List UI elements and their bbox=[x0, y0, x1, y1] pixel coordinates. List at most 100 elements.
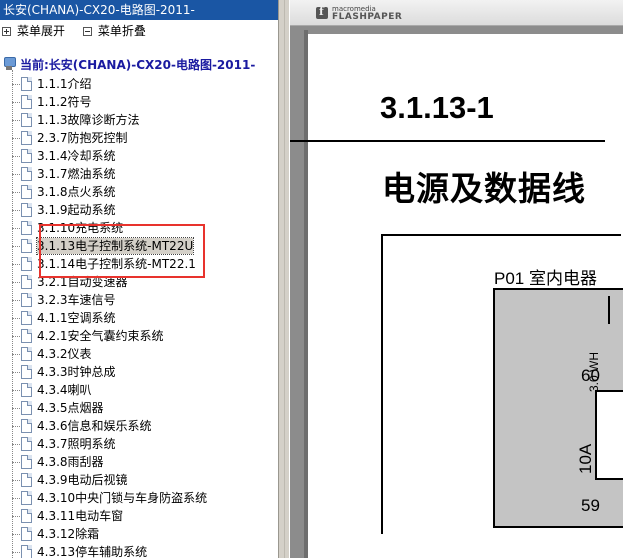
document-icon bbox=[21, 383, 32, 397]
tree-item[interactable]: 3.1.7燃油系统 bbox=[0, 165, 278, 183]
tree-branch-line bbox=[12, 102, 20, 103]
menu-actions: 菜单展开 菜单折叠 bbox=[0, 22, 158, 40]
tree-item[interactable]: 3.1.4冷却系统 bbox=[0, 147, 278, 165]
tree-branch-line bbox=[12, 372, 20, 373]
tree-branch-line bbox=[12, 534, 20, 535]
flashpaper-viewer: macromedia FLASHPAPER 3.1.13-1 电源及数据线 P0… bbox=[290, 0, 623, 558]
tree-item-label: 4.3.5点烟器 bbox=[37, 401, 104, 415]
tree-item[interactable]: 4.3.5点烟器 bbox=[0, 399, 278, 417]
tree-branch-line bbox=[12, 462, 20, 463]
tree-branch-line bbox=[12, 552, 20, 553]
tree-branch-line bbox=[12, 264, 20, 265]
tree-item-label: 4.3.13停车辅助系统 bbox=[37, 545, 148, 558]
tree-item[interactable]: 1.1.1介绍 bbox=[0, 75, 278, 93]
tree-item[interactable]: 3.1.8点火系统 bbox=[0, 183, 278, 201]
tree-branch-line bbox=[12, 498, 20, 499]
tree-item[interactable]: 4.3.3时钟总成 bbox=[0, 363, 278, 381]
document-icon bbox=[21, 419, 32, 433]
tree-item-label: 3.1.7燃油系统 bbox=[37, 167, 116, 181]
collapse-menu-label: 菜单折叠 bbox=[97, 24, 146, 38]
tree-item[interactable]: 3.1.9起动系统 bbox=[0, 201, 278, 219]
tree-branch-line bbox=[12, 210, 20, 211]
document-icon bbox=[21, 347, 32, 361]
collapse-icon bbox=[82, 26, 92, 36]
flashpaper-logo: macromedia FLASHPAPER bbox=[316, 5, 406, 23]
tree-item[interactable]: 4.3.6信息和娱乐系统 bbox=[0, 417, 278, 435]
tree-item-label: 1.1.3故障诊断方法 bbox=[37, 113, 140, 127]
document-icon bbox=[21, 167, 32, 181]
p01-component-label: P01 室内电器 bbox=[494, 269, 597, 288]
tree-branch-line bbox=[12, 282, 20, 283]
tree-item-label: 4.3.10中央门锁与车身防盗系统 bbox=[37, 491, 208, 505]
tree-branch-line bbox=[12, 426, 20, 427]
collapse-menu-button[interactable]: 菜单折叠 bbox=[82, 22, 146, 40]
tree-branch-line bbox=[12, 138, 20, 139]
tree-branch-line bbox=[12, 228, 20, 229]
document-icon bbox=[21, 473, 32, 487]
tree-branch-line bbox=[12, 516, 20, 517]
tree-branch-line bbox=[12, 120, 20, 121]
tree-item[interactable]: 2.3.7防抱死控制 bbox=[0, 129, 278, 147]
tree-branch-line bbox=[12, 84, 20, 85]
tree-item-label: 3.1.4冷却系统 bbox=[37, 149, 116, 163]
fuse-element bbox=[595, 390, 623, 480]
expand-menu-label: 菜单展开 bbox=[17, 24, 66, 38]
tree-root[interactable]: 当前:长安(CHANA)-CX20-电路图-2011- bbox=[2, 55, 255, 73]
tree-branch-line bbox=[12, 174, 20, 175]
tree-item-label: 4.3.4喇叭 bbox=[37, 383, 92, 397]
page-number: 3.1.13-1 bbox=[380, 90, 494, 125]
tree-item[interactable]: 4.3.2仪表 bbox=[0, 345, 278, 363]
tree-item[interactable]: 1.1.2符号 bbox=[0, 93, 278, 111]
viewer-toolbar: macromedia FLASHPAPER bbox=[290, 0, 623, 26]
tree-item[interactable]: 4.2.1安全气囊约束系统 bbox=[0, 327, 278, 345]
tree-item-label: 1.1.1介绍 bbox=[37, 77, 92, 91]
document-icon bbox=[21, 149, 32, 163]
document-icon bbox=[21, 455, 32, 469]
document-icon bbox=[21, 77, 32, 91]
pane-splitter[interactable] bbox=[278, 0, 290, 558]
pane-title: 长安(CHANA)-CX20-电路图-2011- bbox=[0, 0, 278, 20]
tree-item-label: 4.3.6信息和娱乐系统 bbox=[37, 419, 152, 433]
tree-branch-line bbox=[12, 480, 20, 481]
document-icon bbox=[21, 311, 32, 325]
tree-item-label: 3.1.8点火系统 bbox=[37, 185, 116, 199]
tree-item[interactable]: 4.1.1空调系统 bbox=[0, 309, 278, 327]
tree-item[interactable]: 4.3.13停车辅助系统 bbox=[0, 543, 278, 558]
tree-item-label: 4.3.9电动后视镜 bbox=[37, 473, 128, 487]
document-icon bbox=[21, 545, 32, 558]
tree-branch-line bbox=[12, 192, 20, 193]
tree-item[interactable]: 4.3.4喇叭 bbox=[0, 381, 278, 399]
tree-item[interactable]: 1.1.3故障诊断方法 bbox=[0, 111, 278, 129]
tree-branch-line bbox=[12, 354, 20, 355]
computer-icon bbox=[2, 57, 16, 71]
document-icon bbox=[21, 491, 32, 505]
tree-item[interactable]: 4.3.7照明系统 bbox=[0, 435, 278, 453]
highlight-annotation bbox=[39, 224, 205, 278]
wire-segment bbox=[608, 296, 610, 324]
document-icon bbox=[21, 365, 32, 379]
fuse-rating-label: 10A bbox=[576, 443, 595, 474]
tree-item[interactable]: 4.3.12除霜 bbox=[0, 525, 278, 543]
tree-branch-line bbox=[12, 444, 20, 445]
document-icon bbox=[21, 95, 32, 109]
tree-item-label: 4.3.2仪表 bbox=[37, 347, 92, 361]
document-icon bbox=[21, 113, 32, 127]
page-divider bbox=[290, 140, 605, 142]
tree-item[interactable]: 4.3.9电动后视镜 bbox=[0, 471, 278, 489]
left-pane: 长安(CHANA)-CX20-电路图-2011- 菜单展开 菜单折叠 当前:长安… bbox=[0, 0, 278, 558]
document-icon bbox=[21, 239, 32, 253]
tree-item-label: 4.3.8雨刮器 bbox=[37, 455, 104, 469]
tree-item-label: 1.1.2符号 bbox=[37, 95, 92, 109]
tree-item-label: 4.1.1空调系统 bbox=[37, 311, 116, 325]
document-icon bbox=[21, 257, 32, 271]
tree-item[interactable]: 4.3.10中央门锁与车身防盗系统 bbox=[0, 489, 278, 507]
expand-menu-button[interactable]: 菜单展开 bbox=[2, 22, 65, 40]
tree-item[interactable]: 4.3.11电动车窗 bbox=[0, 507, 278, 525]
tree-item[interactable]: 4.3.8雨刮器 bbox=[0, 453, 278, 471]
document-icon bbox=[21, 293, 32, 307]
tree-item-label: 4.2.1安全气囊约束系统 bbox=[37, 329, 164, 343]
tree-item[interactable]: 3.2.3车速信号 bbox=[0, 291, 278, 309]
document-icon bbox=[21, 203, 32, 217]
tree-branch-line bbox=[12, 408, 20, 409]
page-heading: 电源及数据线 bbox=[382, 169, 586, 208]
